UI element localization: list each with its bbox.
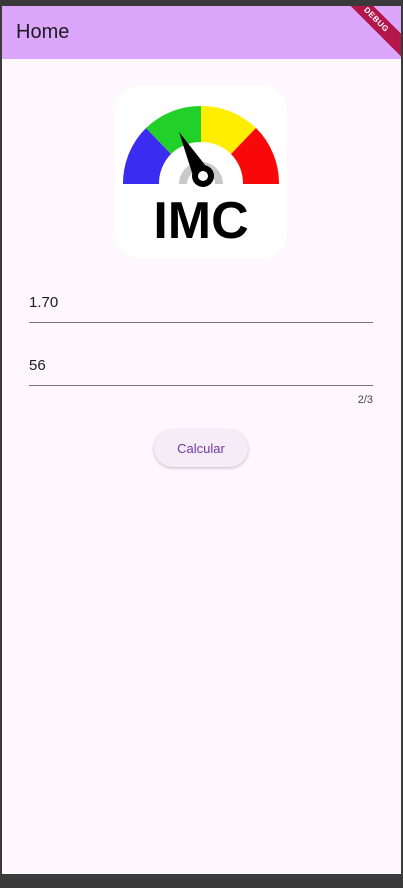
debug-banner: DEBUG [331, 6, 401, 65]
system-bottom-bar [0, 874, 403, 888]
weight-char-counter: 2/3 [357, 394, 373, 406]
weight-input[interactable] [29, 345, 373, 386]
app-bar: Home DEBUG [2, 6, 401, 65]
calculate-button[interactable]: Calcular [154, 430, 248, 467]
screen: Home DEBUG IMC 2/3 Calcular [2, 6, 401, 874]
logo-text: IMC [153, 192, 248, 250]
imc-logo: IMC [115, 86, 287, 258]
gauge-icon: IMC [122, 105, 280, 250]
height-input[interactable] [29, 282, 373, 323]
page-title: Home [16, 21, 70, 43]
